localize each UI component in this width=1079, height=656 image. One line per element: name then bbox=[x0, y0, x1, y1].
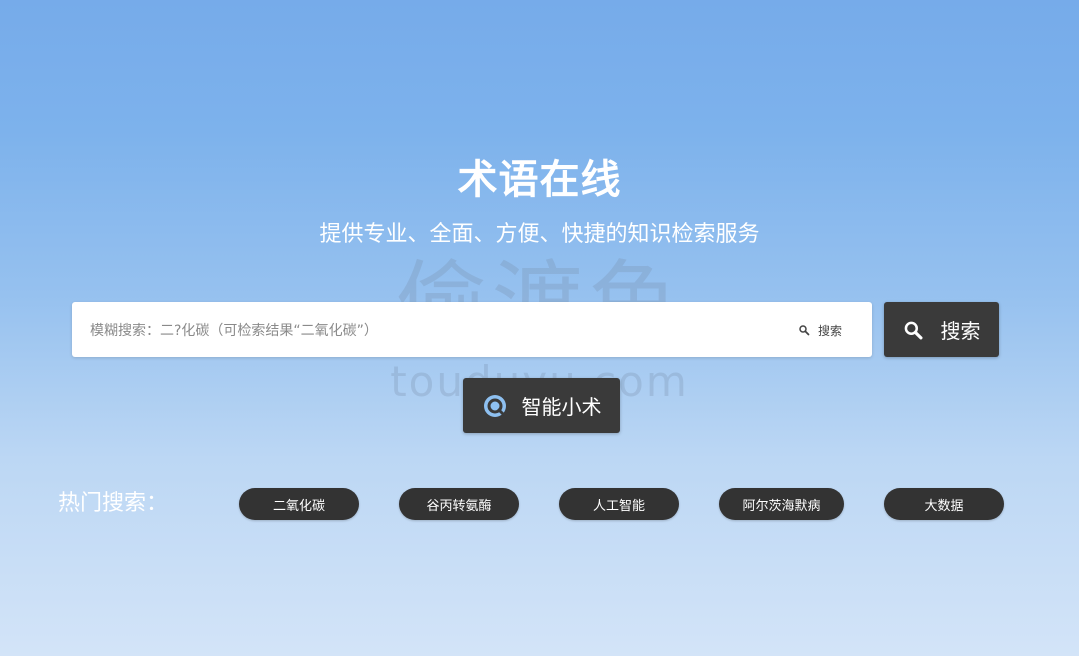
search-icon bbox=[798, 324, 810, 336]
hot-tag[interactable]: 谷丙转氨酶 bbox=[399, 488, 519, 520]
hot-tag[interactable]: 二氧化碳 bbox=[239, 488, 359, 520]
hot-tag[interactable]: 阿尔茨海默病 bbox=[719, 488, 844, 520]
smart-assistant-label: 智能小术 bbox=[521, 395, 602, 419]
inline-search-button[interactable]: 搜索 bbox=[798, 321, 842, 339]
inline-search-label: 搜索 bbox=[817, 323, 842, 338]
search-button[interactable]: 搜索 bbox=[884, 302, 999, 357]
hot-tag[interactable]: 大数据 bbox=[884, 488, 1004, 520]
search-icon bbox=[903, 320, 923, 340]
hot-search-label: 热门搜索： bbox=[58, 491, 169, 516]
search-button-label: 搜索 bbox=[940, 319, 981, 343]
smart-assistant-button[interactable]: 智能小术 bbox=[463, 378, 620, 433]
assistant-icon bbox=[482, 393, 508, 419]
search-box: 搜索 bbox=[72, 302, 872, 359]
hot-tag[interactable]: 人工智能 bbox=[559, 488, 679, 520]
page-subtitle: 提供专业、全面、方便、快捷的知识检索服务 bbox=[319, 222, 760, 247]
search-input[interactable] bbox=[88, 302, 772, 359]
page-title: 术语在线 bbox=[457, 157, 622, 203]
